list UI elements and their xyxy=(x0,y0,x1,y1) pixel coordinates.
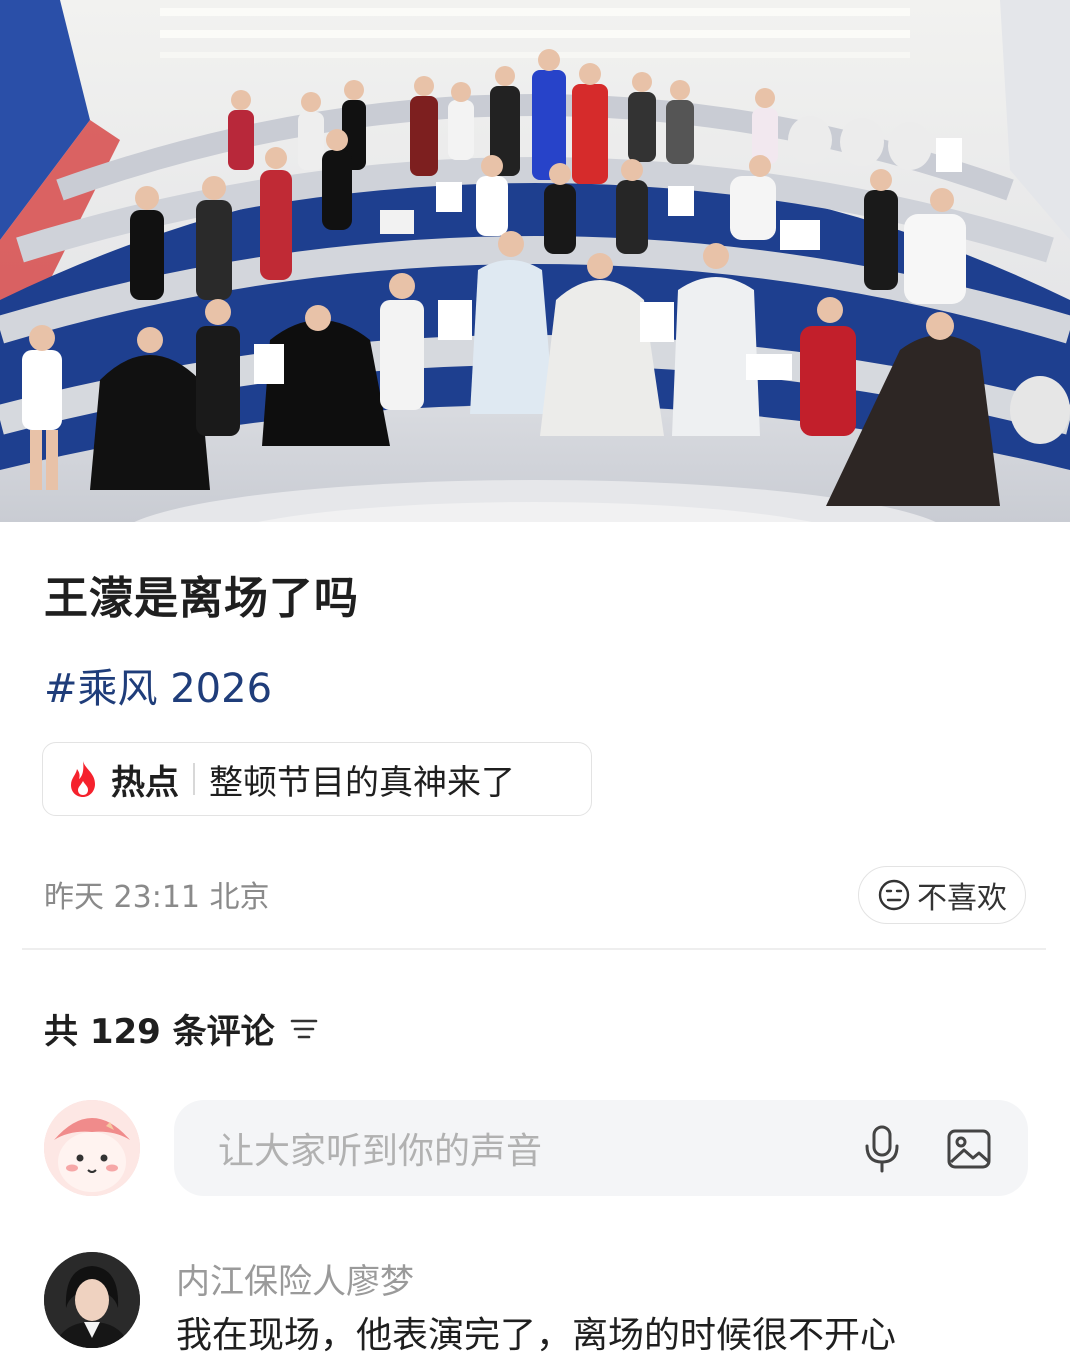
hot-topic-text: 整顿节目的真神来了 xyxy=(209,762,515,803)
hot-label: 热点 xyxy=(111,762,179,803)
post-title: 王濛是离场了吗 xyxy=(44,573,359,624)
comment-input-placeholder: 让大家听到你的声音 xyxy=(218,1131,543,1172)
comment-count-text: 共 129 条评论 xyxy=(44,1012,275,1052)
chip-separator xyxy=(193,763,195,795)
post-meta: 昨天 23:11 北京 xyxy=(44,880,270,915)
neutral-face-icon xyxy=(878,879,910,911)
commenter-avatar[interactable] xyxy=(44,1252,140,1348)
section-divider xyxy=(22,948,1046,950)
comment-count-header[interactable]: 共 129 条评论 xyxy=(44,1004,319,1053)
image-upload-icon[interactable] xyxy=(946,1126,992,1172)
hot-topic-chip[interactable]: 热点 整顿节目的真神来了 xyxy=(42,742,592,816)
sort-icon[interactable] xyxy=(289,1014,319,1044)
commenter-username[interactable]: 内江保险人廖梦 xyxy=(176,1254,414,1303)
dislike-label: 不喜欢 xyxy=(917,881,1007,916)
user-photo-avatar xyxy=(44,1252,140,1348)
my-avatar[interactable] xyxy=(44,1100,140,1196)
stage-group-photo xyxy=(0,0,1070,522)
dislike-button[interactable]: 不喜欢 xyxy=(858,866,1026,924)
post-photo[interactable] xyxy=(0,0,1070,522)
post-hashtag-link[interactable]: #乘风 2026 xyxy=(44,656,272,714)
comment-text: 我在现场，他表演完了，离场的时候很不开心 xyxy=(176,1315,897,1356)
flame-icon xyxy=(71,761,95,797)
cartoon-avatar-icon xyxy=(44,1100,140,1196)
microphone-icon[interactable] xyxy=(862,1124,902,1174)
